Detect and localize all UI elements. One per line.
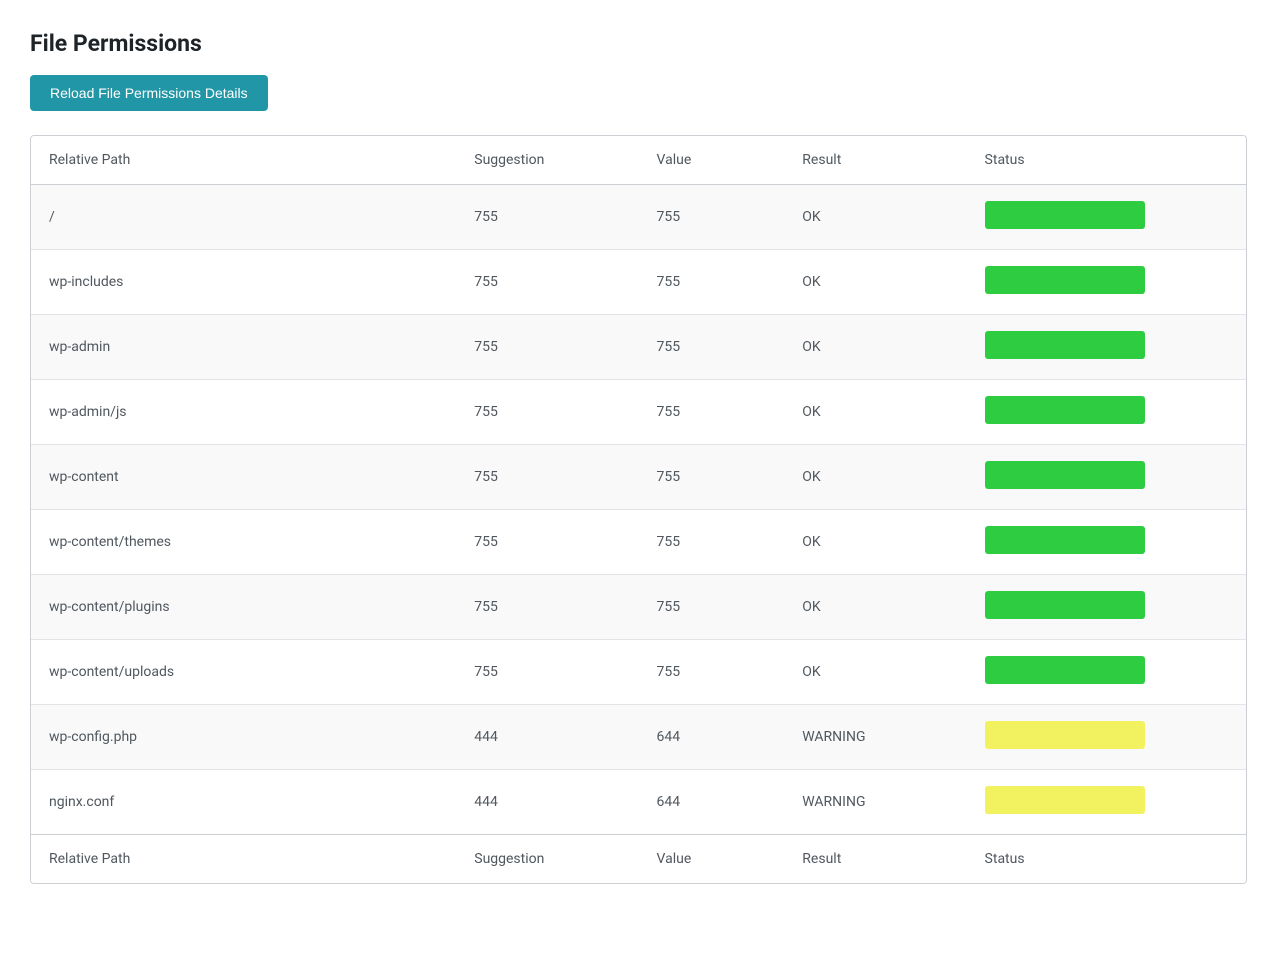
cell-suggestion: 755 (456, 380, 638, 445)
cell-value: 644 (639, 770, 785, 835)
page-title: File Permissions (30, 30, 1247, 57)
header-path: Relative Path (31, 136, 456, 185)
header-result: Result (784, 136, 966, 185)
cell-suggestion: 755 (456, 315, 638, 380)
table-row: wp-content/plugins755755OK (31, 575, 1246, 640)
cell-suggestion: 755 (456, 640, 638, 705)
cell-result: WARNING (784, 770, 966, 835)
table-row: wp-admin/js755755OK (31, 380, 1246, 445)
status-indicator (985, 396, 1145, 424)
cell-suggestion: 755 (456, 575, 638, 640)
permissions-table: Relative Path Suggestion Value Result St… (31, 136, 1246, 883)
footer-path: Relative Path (31, 835, 456, 884)
table-row: wp-content755755OK (31, 445, 1246, 510)
cell-result: OK (784, 185, 966, 250)
reload-button[interactable]: Reload File Permissions Details (30, 75, 268, 111)
cell-value: 755 (639, 185, 785, 250)
cell-suggestion: 444 (456, 705, 638, 770)
cell-suggestion: 755 (456, 185, 638, 250)
cell-suggestion: 444 (456, 770, 638, 835)
table-row: wp-content/themes755755OK (31, 510, 1246, 575)
table-row: wp-admin755755OK (31, 315, 1246, 380)
cell-path: wp-content (31, 445, 456, 510)
header-suggestion: Suggestion (456, 136, 638, 185)
header-value: Value (639, 136, 785, 185)
cell-result: OK (784, 250, 966, 315)
cell-value: 755 (639, 575, 785, 640)
table-row: wp-config.php444644WARNING (31, 705, 1246, 770)
cell-suggestion: 755 (456, 250, 638, 315)
status-indicator (985, 266, 1145, 294)
table-row: wp-content/uploads755755OK (31, 640, 1246, 705)
cell-status (967, 510, 1246, 575)
cell-result: OK (784, 380, 966, 445)
status-indicator (985, 331, 1145, 359)
cell-value: 755 (639, 640, 785, 705)
table-footer-row: Relative Path Suggestion Value Result St… (31, 835, 1246, 884)
status-indicator (985, 786, 1145, 814)
footer-value: Value (639, 835, 785, 884)
table-body: /755755OKwp-includes755755OKwp-admin7557… (31, 185, 1246, 835)
footer-suggestion: Suggestion (456, 835, 638, 884)
cell-status (967, 380, 1246, 445)
permissions-table-wrapper: Relative Path Suggestion Value Result St… (30, 135, 1247, 884)
cell-path: nginx.conf (31, 770, 456, 835)
cell-value: 755 (639, 510, 785, 575)
table-header-row: Relative Path Suggestion Value Result St… (31, 136, 1246, 185)
cell-value: 755 (639, 315, 785, 380)
cell-result: OK (784, 575, 966, 640)
cell-path: wp-config.php (31, 705, 456, 770)
status-indicator (985, 721, 1145, 749)
status-indicator (985, 461, 1145, 489)
cell-status (967, 250, 1246, 315)
cell-status (967, 185, 1246, 250)
cell-status (967, 315, 1246, 380)
cell-status (967, 770, 1246, 835)
cell-suggestion: 755 (456, 510, 638, 575)
cell-value: 755 (639, 380, 785, 445)
cell-value: 755 (639, 445, 785, 510)
cell-suggestion: 755 (456, 445, 638, 510)
cell-status (967, 640, 1246, 705)
cell-result: OK (784, 640, 966, 705)
table-row: /755755OK (31, 185, 1246, 250)
cell-path: wp-includes (31, 250, 456, 315)
cell-status (967, 705, 1246, 770)
cell-result: OK (784, 445, 966, 510)
status-indicator (985, 526, 1145, 554)
cell-path: wp-admin (31, 315, 456, 380)
cell-path: wp-content/themes (31, 510, 456, 575)
cell-path: / (31, 185, 456, 250)
status-indicator (985, 656, 1145, 684)
status-indicator (985, 591, 1145, 619)
cell-result: OK (784, 510, 966, 575)
cell-status (967, 445, 1246, 510)
footer-status: Status (967, 835, 1246, 884)
cell-path: wp-admin/js (31, 380, 456, 445)
cell-result: WARNING (784, 705, 966, 770)
cell-value: 644 (639, 705, 785, 770)
cell-path: wp-content/uploads (31, 640, 456, 705)
table-row: nginx.conf444644WARNING (31, 770, 1246, 835)
table-row: wp-includes755755OK (31, 250, 1246, 315)
footer-result: Result (784, 835, 966, 884)
status-indicator (985, 201, 1145, 229)
cell-path: wp-content/plugins (31, 575, 456, 640)
cell-status (967, 575, 1246, 640)
cell-result: OK (784, 315, 966, 380)
header-status: Status (967, 136, 1246, 185)
cell-value: 755 (639, 250, 785, 315)
